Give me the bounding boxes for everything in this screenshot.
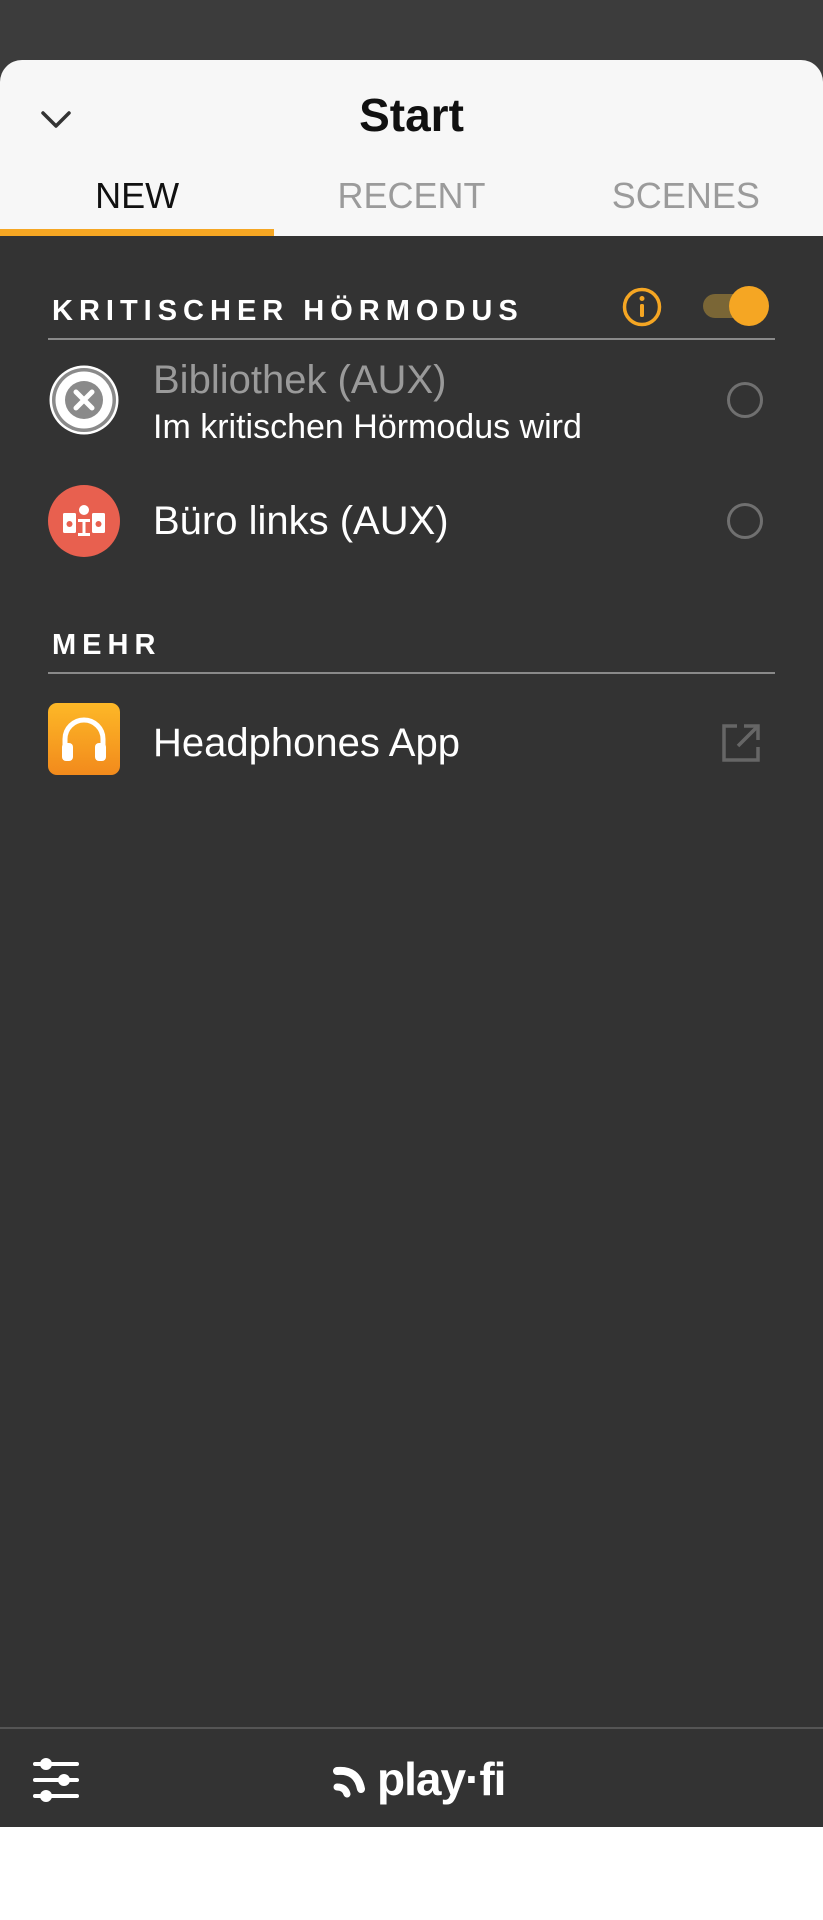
radio-buero-links[interactable] [727,503,763,539]
info-icon[interactable] [621,286,663,328]
logo-text: play·fi [377,1753,506,1805]
item-label-buero-links: Büro links (AUX) [153,499,449,543]
tab-new[interactable]: NEW [0,168,275,236]
item-label-headphones-app: Headphones App [153,721,460,765]
section-title-critical-mode: KRITISCHER HÖRMODUS [52,295,524,327]
headphones-icon [48,703,120,775]
tab-recent[interactable]: RECENT [274,168,548,236]
section-title-more: MEHR [52,629,162,661]
close-circle-icon [49,365,119,435]
radio-bibliothek[interactable] [727,382,763,418]
critical-mode-toggle[interactable] [703,286,769,326]
sliders-icon[interactable] [32,1755,80,1805]
tab-bar: NEW RECENT SCENES [0,168,823,236]
toggle-knob [729,286,769,326]
footer-bar: play·fi [0,1727,823,1827]
item-label-bibliothek: Bibliothek (AUX) [153,358,447,402]
more-header: MEHR [48,616,775,674]
list-item-bibliothek[interactable]: Bibliothek (AUX) Im kritischen Hörmodus … [48,350,775,450]
item-sublabel-bibliothek: Im kritischen Hörmodus wird [153,408,582,446]
header: Start NEW RECENT SCENES [0,60,823,236]
external-link-icon[interactable] [719,721,763,765]
bottom-area [0,1827,823,1920]
play-fi-logo: play·fi [333,1751,506,1807]
tab-scenes[interactable]: SCENES [549,168,823,236]
play-fi-logo-icon [333,1766,365,1798]
speaker-icon [48,485,120,557]
critical-mode-header: KRITISCHER HÖRMODUS [48,278,775,340]
start-sheet: Start NEW RECENT SCENES KRITISCHER HÖRMO… [0,60,823,1827]
list-item-headphones-app[interactable]: Headphones App [48,695,775,791]
page-title: Start [359,89,464,141]
list-item-buero-links[interactable]: Büro links (AUX) [48,473,775,569]
